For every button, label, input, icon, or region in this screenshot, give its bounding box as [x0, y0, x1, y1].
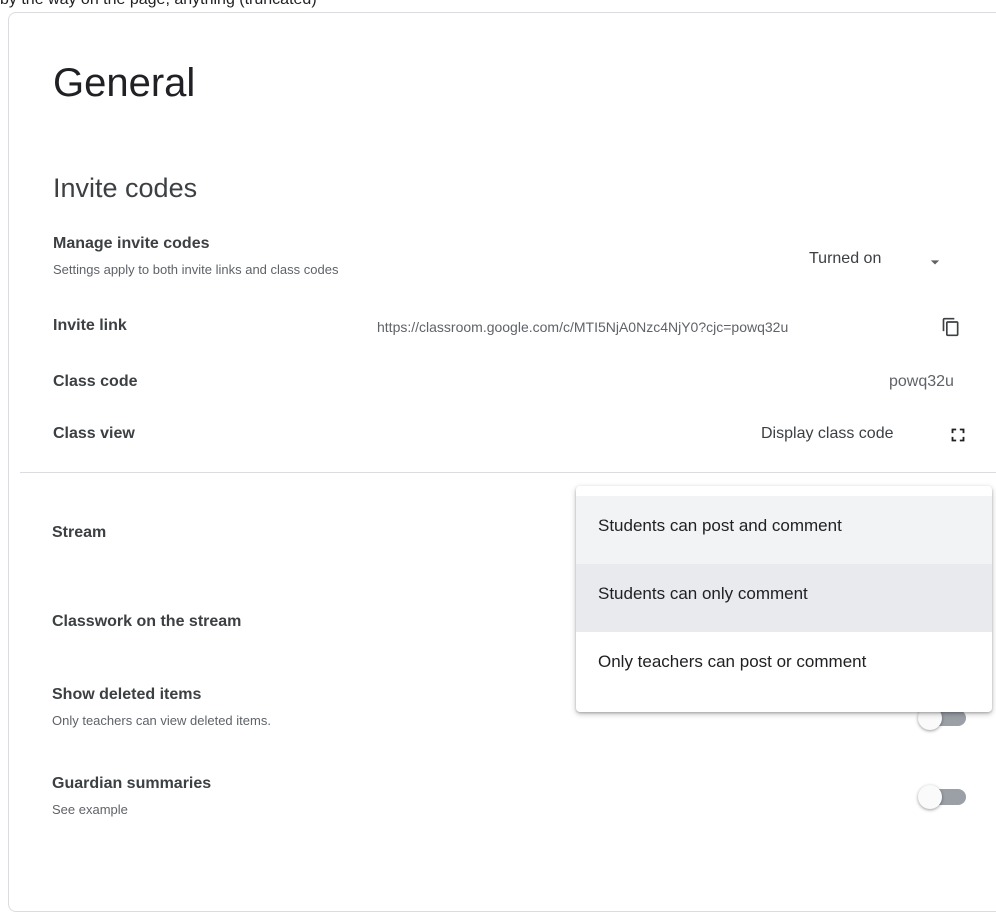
arrow-drop-down-icon	[930, 260, 940, 265]
class-code-value: powq32u	[889, 373, 954, 390]
menu-item-only-comment[interactable]: Students can only comment	[576, 564, 992, 632]
stream-label: Stream	[52, 524, 107, 541]
class-code-label: Class code	[53, 373, 138, 390]
show-deleted-items-subtext: Only teachers can view deleted items.	[52, 713, 271, 728]
guardian-summaries-label: Guardian summaries	[52, 775, 212, 792]
class-view-label: Class view	[53, 425, 135, 442]
menu-item-label: Students can only comment	[598, 584, 808, 603]
copy-icon[interactable]	[941, 317, 961, 337]
classwork-on-stream-label: Classwork on the stream	[52, 613, 242, 630]
menu-item-post-and-comment[interactable]: Students can post and comment	[576, 496, 992, 564]
display-class-code-button[interactable]: Display class code	[761, 425, 894, 443]
guardian-summaries-toggle[interactable]	[918, 785, 970, 809]
section-title: Invite codes	[53, 173, 198, 203]
menu-item-only-teachers[interactable]: Only teachers can post or comment	[576, 632, 992, 700]
menu-item-label: Students can post and comment	[598, 516, 842, 535]
truncated-top-text: by the way on the page, anything (trunca…	[0, 0, 996, 9]
manage-invite-codes-subtext: Settings apply to both invite links and …	[53, 262, 339, 277]
fullscreen-icon[interactable]	[947, 424, 969, 446]
toggle-knob	[918, 785, 942, 809]
page-title: General	[53, 61, 196, 105]
see-example-link[interactable]: See example	[52, 802, 128, 817]
show-deleted-items-label: Show deleted items	[52, 686, 202, 703]
section-divider	[20, 472, 996, 473]
manage-invite-codes-select[interactable]: Turned on	[809, 246, 959, 274]
manage-invite-codes-value: Turned on	[809, 250, 882, 267]
invite-link-label: Invite link	[53, 317, 127, 334]
invite-link-value: https://classroom.google.com/c/MTI5NjA0N…	[377, 319, 789, 335]
manage-invite-codes-label: Manage invite codes	[53, 235, 210, 252]
stream-permissions-dropdown: Students can post and comment Students c…	[576, 486, 992, 712]
menu-item-label: Only teachers can post or comment	[598, 652, 867, 671]
